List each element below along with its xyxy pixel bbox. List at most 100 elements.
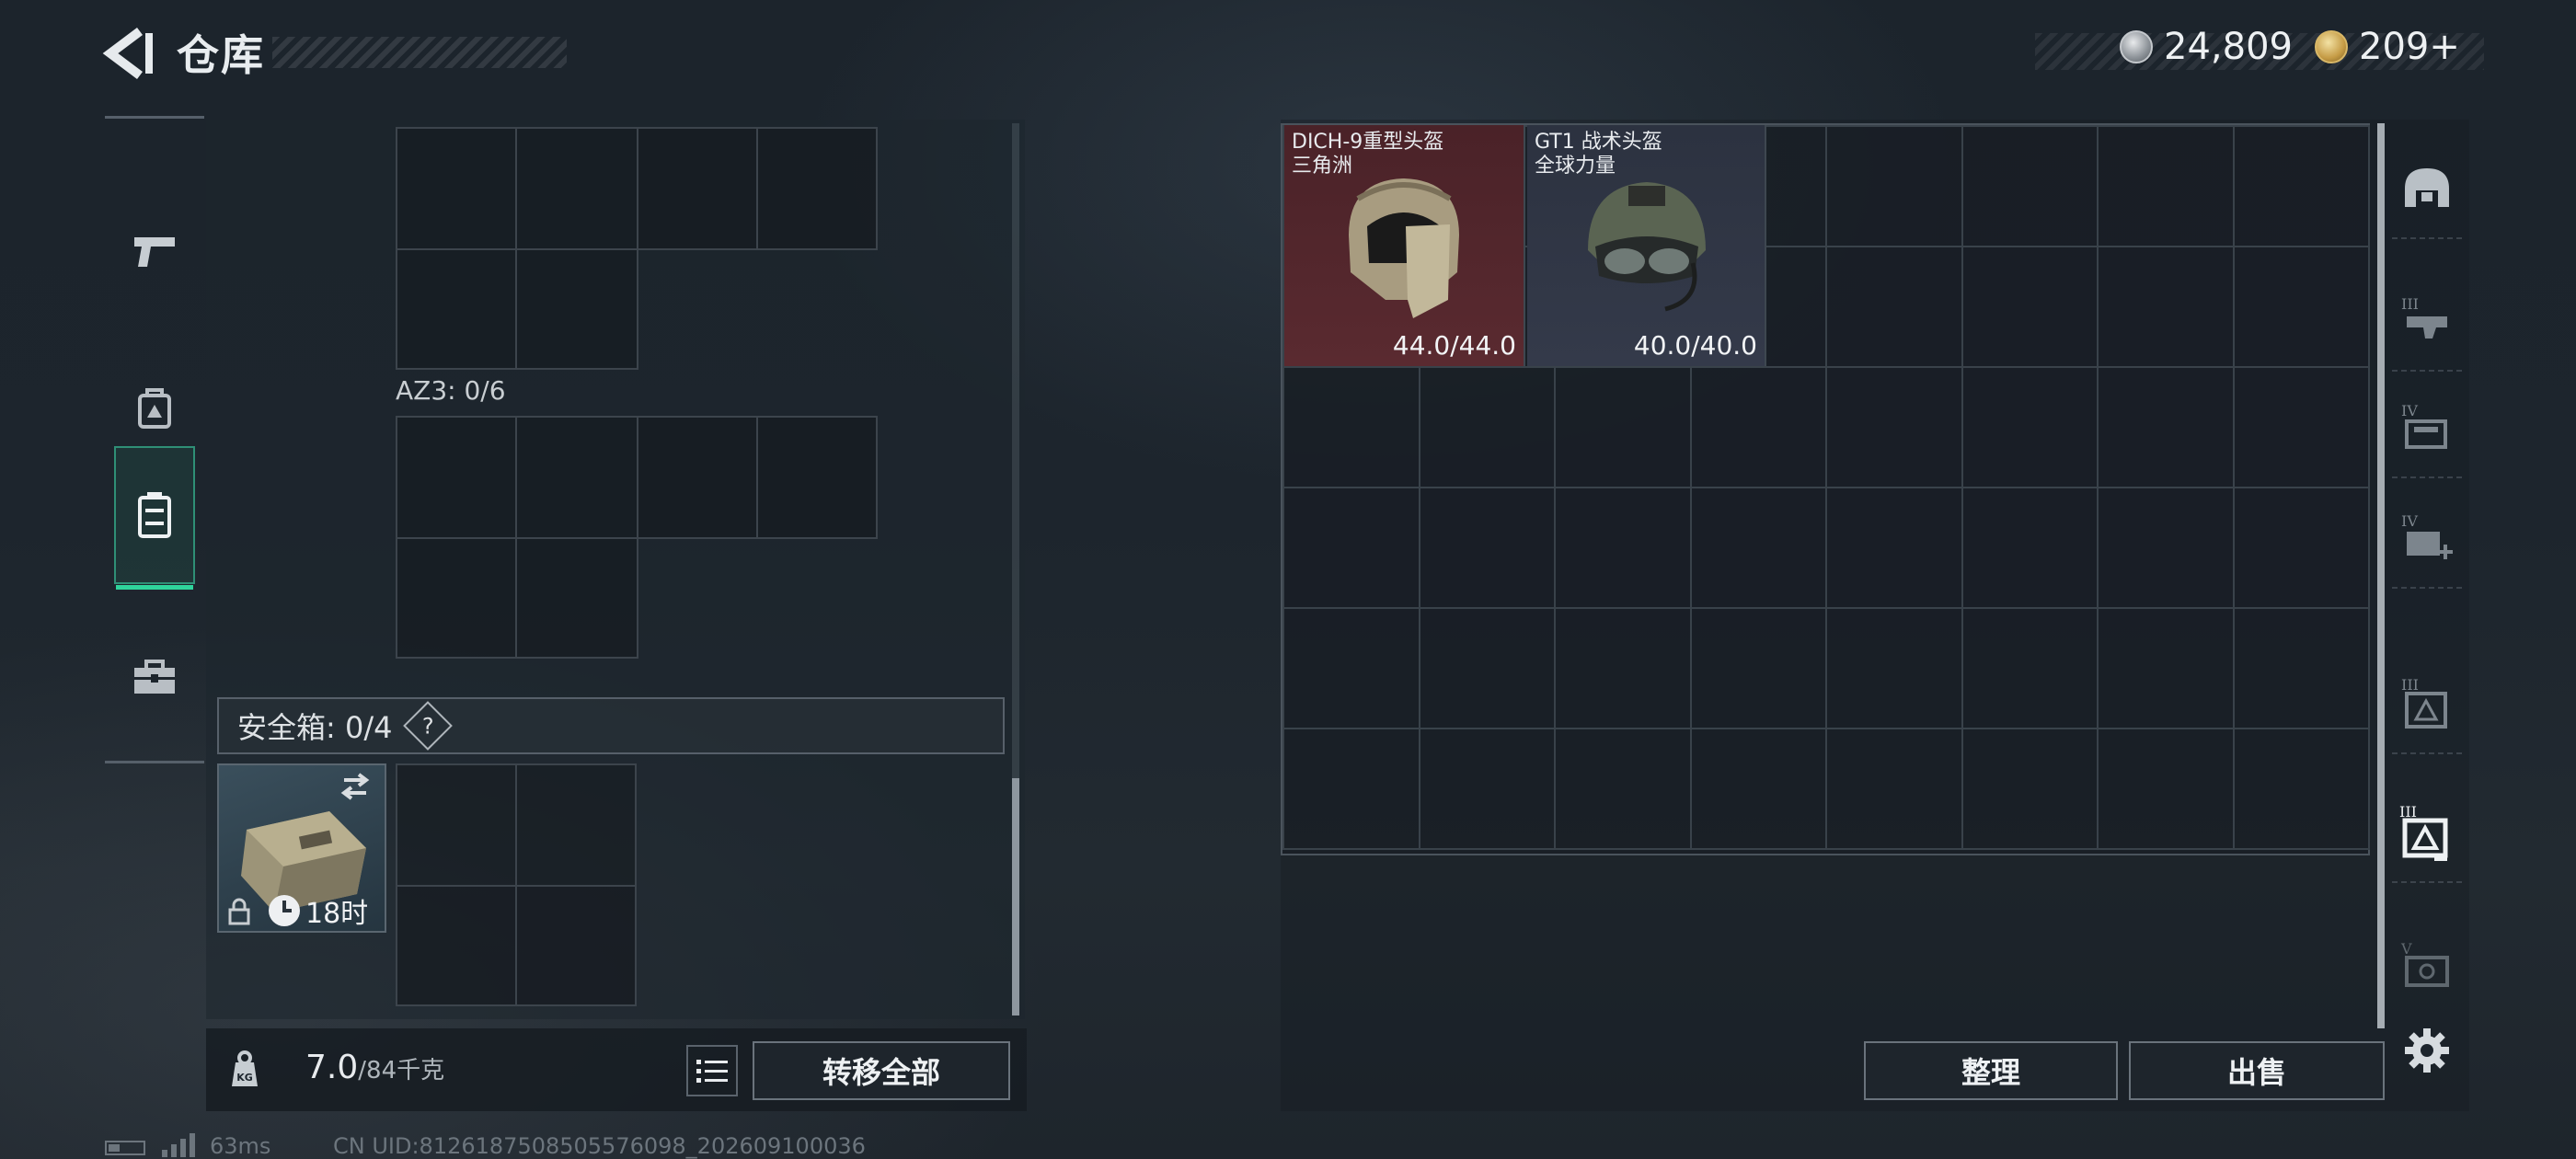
help-button[interactable]: ? [403, 701, 454, 751]
stash-slot[interactable] [1282, 366, 1420, 488]
tab-armor-3[interactable]: III [2392, 270, 2462, 372]
svg-text:III: III [2401, 295, 2419, 313]
grid-slot[interactable] [396, 416, 517, 539]
silver-currency[interactable]: 24,809 [2120, 26, 2293, 68]
grid-slot[interactable] [756, 127, 878, 250]
transfer-all-button[interactable]: 转移全部 [753, 1041, 1010, 1100]
stash-slot[interactable] [2232, 607, 2370, 729]
gold-currency[interactable]: 209+ [2315, 26, 2460, 68]
back-arrow-icon [102, 28, 153, 79]
stash-slot[interactable] [1961, 366, 2099, 488]
grid-slot[interactable] [515, 127, 638, 250]
tab-safe-5[interactable]: V [2392, 914, 2462, 1016]
stash-slot[interactable] [1689, 487, 1827, 609]
settings-button[interactable] [2396, 1019, 2458, 1082]
title-decoration [272, 37, 567, 68]
az3-capacity-label: AZ3: 0/6 [396, 375, 506, 406]
stash-item-gt1-helmet[interactable]: GT1 战术头盔 全球力量 40.0/40.0 [1527, 125, 1766, 366]
stash-slot[interactable] [2232, 728, 2370, 850]
stash-slot[interactable] [1418, 487, 1556, 609]
stash-slot[interactable] [1961, 246, 2099, 368]
grid-slot[interactable] [637, 127, 758, 250]
item-faction: 全球力量 [1535, 155, 1616, 178]
stash-slot[interactable] [2097, 246, 2235, 368]
grid-slot[interactable] [396, 248, 517, 370]
weight-max: /84千克 [358, 1057, 445, 1084]
stash-slot[interactable] [1689, 366, 1827, 488]
stash-slot[interactable] [1554, 728, 1692, 850]
stash-slot[interactable] [2232, 246, 2370, 368]
stash-slot[interactable] [2097, 125, 2235, 247]
grid-slot[interactable] [396, 763, 517, 887]
loadout-scroll-thumb[interactable] [1012, 778, 1019, 1016]
back-button[interactable] [99, 24, 158, 83]
grid-slot[interactable] [756, 416, 878, 539]
stash-slot[interactable] [2232, 487, 2370, 609]
stash-slot[interactable] [2232, 366, 2370, 488]
battery-icon [105, 1141, 145, 1155]
stash-slot[interactable] [1554, 487, 1692, 609]
stash-slot[interactable] [1825, 366, 1963, 488]
stash-slot[interactable] [1689, 728, 1827, 850]
tab-backpack-3-selected[interactable]: III [2392, 782, 2462, 883]
grid-slot[interactable] [396, 885, 517, 1006]
grid-slot[interactable] [396, 537, 517, 659]
tactical-helmet-icon [1588, 182, 1706, 312]
pistol-icon [134, 237, 175, 267]
tab-rig-4[interactable]: IV [2392, 377, 2462, 478]
stash-slot[interactable] [1418, 607, 1556, 729]
tab-medical-4[interactable]: IV [2392, 488, 2462, 589]
stash-slot[interactable] [1689, 607, 1827, 729]
backpack-tier-3-icon: III [2401, 676, 2447, 729]
gold-amount: 209+ [2359, 26, 2460, 68]
weight-icon-box: KG [206, 1028, 283, 1111]
grid-slot[interactable] [515, 885, 637, 1006]
grid-slot[interactable] [515, 248, 638, 370]
stash-slot[interactable] [1554, 366, 1692, 488]
grid-slot[interactable] [515, 763, 637, 887]
stash-slot[interactable] [2097, 728, 2235, 850]
signal-icon [162, 1133, 195, 1157]
tab-weapons[interactable] [114, 183, 195, 321]
uid-readout: CN UID:8126187508505576098_202609100036 [333, 1133, 866, 1159]
grid-slot[interactable] [515, 537, 638, 659]
stash-slot[interactable] [1825, 487, 1963, 609]
stash-scrollbar[interactable] [2377, 123, 2385, 1028]
safe-box-label: 安全箱: 0/4 [237, 710, 393, 745]
stash-item-dich9-helmet[interactable]: DICH-9重型头盔 三角洲 44.0/44.0 [1284, 125, 1525, 366]
item-durability: 44.0/44.0 [1392, 330, 1516, 361]
sell-button[interactable]: 出售 [2129, 1041, 2385, 1100]
grid-slot[interactable] [396, 127, 517, 250]
stash-slot[interactable] [1282, 487, 1420, 609]
stash-slot[interactable] [2097, 366, 2235, 488]
stash-slot[interactable] [1961, 487, 2099, 609]
stash-slot[interactable] [1825, 246, 1963, 368]
toolbox-icon [134, 660, 175, 694]
stash-slot[interactable] [1825, 607, 1963, 729]
stash-slot[interactable] [1825, 125, 1963, 247]
tab-toolbox[interactable] [114, 608, 195, 746]
grid-slot[interactable] [637, 416, 758, 539]
stash-slot[interactable] [1418, 366, 1556, 488]
container-icon [138, 492, 171, 538]
svg-text:III: III [2401, 676, 2419, 694]
stash-slot[interactable] [1282, 728, 1420, 850]
tab-containers[interactable] [114, 446, 195, 590]
stash-slot[interactable] [1554, 607, 1692, 729]
stash-slot[interactable] [1282, 607, 1420, 729]
stash-slot[interactable] [2097, 487, 2235, 609]
stash-slot[interactable] [1825, 728, 1963, 850]
item-name: DICH-9重型头盔 [1292, 131, 1444, 154]
stash-slot[interactable] [1961, 607, 2099, 729]
stash-slot[interactable] [1961, 728, 2099, 850]
weight-value: 7.0 [305, 1049, 359, 1086]
tab-backpack-3[interactable]: III [2392, 653, 2462, 754]
stash-slot[interactable] [1418, 728, 1556, 850]
list-view-button[interactable] [686, 1045, 738, 1096]
tab-helmet[interactable] [2392, 138, 2462, 239]
stash-slot[interactable] [2097, 607, 2235, 729]
sort-button[interactable]: 整理 [1864, 1041, 2118, 1100]
stash-slot[interactable] [1961, 125, 2099, 247]
grid-slot[interactable] [515, 416, 638, 539]
stash-slot[interactable] [2232, 125, 2370, 247]
